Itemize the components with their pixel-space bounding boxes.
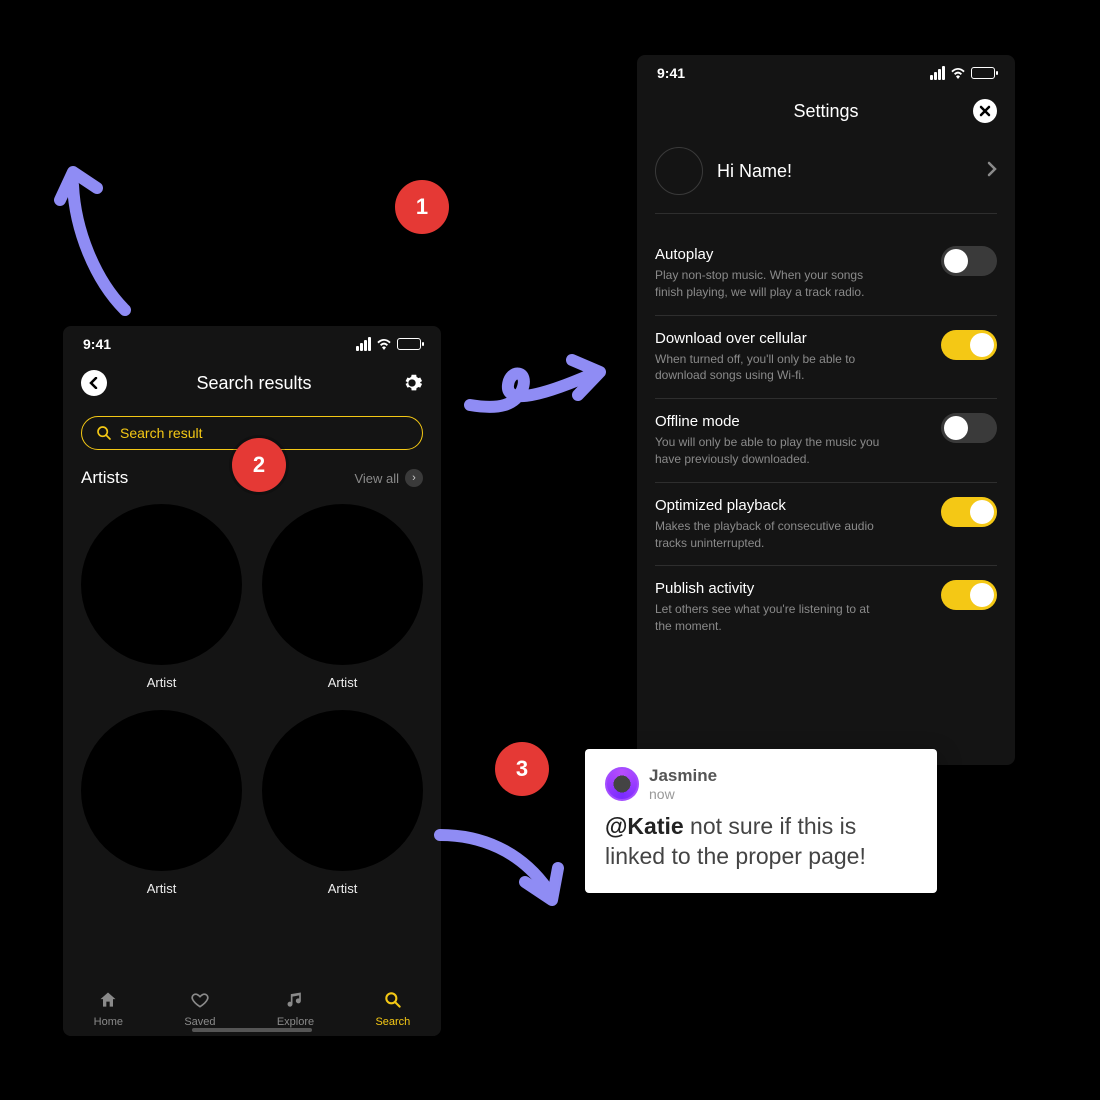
annotation-arrow-2 bbox=[460, 350, 620, 435]
setting-title: Offline mode bbox=[655, 413, 931, 430]
status-bar: 9:41 bbox=[63, 326, 441, 360]
artist-avatar-placeholder bbox=[81, 710, 242, 871]
back-button[interactable] bbox=[81, 370, 107, 396]
music-icon bbox=[277, 990, 314, 1012]
setting-description: Makes the playback of consecutive audio … bbox=[655, 518, 885, 552]
section-label: Artists bbox=[81, 468, 128, 488]
setting-row: Offline mode You will only be able to pla… bbox=[655, 399, 997, 483]
toggle-switch[interactable] bbox=[941, 413, 997, 443]
chevron-right-icon: › bbox=[405, 469, 423, 487]
page-title: Search results bbox=[107, 373, 401, 394]
artist-name: Artist bbox=[262, 675, 423, 690]
nav-saved[interactable]: Saved bbox=[184, 990, 215, 1028]
battery-icon bbox=[397, 338, 421, 350]
nav-label: Explore bbox=[277, 1016, 314, 1028]
wifi-icon bbox=[376, 338, 392, 350]
nav-label: Home bbox=[94, 1016, 123, 1028]
settings-screen: 9:41 Settings Hi Name! Autoplay Play non-… bbox=[637, 55, 1015, 765]
nav-search[interactable]: Search bbox=[375, 990, 410, 1028]
setting-description: You will only be able to play the music … bbox=[655, 434, 885, 468]
home-indicator bbox=[192, 1028, 312, 1032]
annotation-arrow-3 bbox=[430, 820, 580, 925]
status-time: 9:41 bbox=[83, 336, 111, 352]
setting-row: Download over cellular When turned off, y… bbox=[655, 316, 997, 400]
setting-title: Publish activity bbox=[655, 580, 931, 597]
view-all-text: View all bbox=[354, 471, 399, 486]
annotation-badge-3: 3 bbox=[495, 742, 549, 796]
toggle-switch[interactable] bbox=[941, 330, 997, 360]
toggle-switch[interactable] bbox=[941, 246, 997, 276]
nav-label: Search bbox=[375, 1016, 410, 1028]
artist-avatar-placeholder bbox=[262, 710, 423, 871]
toggle-switch[interactable] bbox=[941, 580, 997, 610]
artist-name: Artist bbox=[81, 881, 242, 896]
page-title: Settings bbox=[679, 101, 973, 122]
setting-row: Optimized playback Makes the playback of … bbox=[655, 483, 997, 567]
setting-row: Autoplay Play non-stop music. When your s… bbox=[655, 232, 997, 316]
search-icon bbox=[96, 425, 112, 441]
comment-header: Jasmine now bbox=[605, 767, 917, 802]
toggle-switch[interactable] bbox=[941, 497, 997, 527]
setting-description: Play non-stop music. When your songs fin… bbox=[655, 267, 885, 301]
nav-explore[interactable]: Explore bbox=[277, 990, 314, 1028]
artist-grid: Artist Artist Artist Artist bbox=[63, 498, 441, 902]
status-time: 9:41 bbox=[657, 65, 685, 81]
signal-icon bbox=[356, 337, 371, 351]
nav-label: Saved bbox=[184, 1016, 215, 1028]
setting-row: Publish activity Let others see what you'… bbox=[655, 566, 997, 649]
battery-icon bbox=[971, 67, 995, 79]
artist-avatar-placeholder bbox=[81, 504, 242, 665]
profile-row[interactable]: Hi Name! bbox=[655, 147, 997, 214]
comment-time: now bbox=[649, 786, 717, 802]
annotation-arrow-1 bbox=[55, 160, 155, 325]
avatar-placeholder bbox=[655, 147, 703, 195]
comment-body: @Katie not sure if this is linked to the… bbox=[605, 812, 917, 872]
annotation-badge-2: 2 bbox=[232, 438, 286, 492]
comment-avatar bbox=[605, 767, 639, 801]
annotation-badge-1: 1 bbox=[395, 180, 449, 234]
close-icon bbox=[979, 105, 991, 117]
setting-title: Autoplay bbox=[655, 246, 931, 263]
wifi-icon bbox=[950, 67, 966, 79]
view-all-link[interactable]: View all › bbox=[354, 469, 423, 487]
close-button[interactable] bbox=[973, 99, 997, 123]
comment-card: Jasmine now @Katie not sure if this is l… bbox=[585, 749, 937, 893]
heart-icon bbox=[184, 990, 215, 1012]
gear-icon[interactable] bbox=[401, 372, 423, 394]
setting-description: Let others see what you're listening to … bbox=[655, 601, 885, 635]
artist-item[interactable]: Artist bbox=[81, 710, 242, 896]
titlebar: Settings bbox=[637, 89, 1015, 133]
status-bar: 9:41 bbox=[637, 55, 1015, 89]
comment-author: Jasmine bbox=[649, 767, 717, 786]
artist-item[interactable]: Artist bbox=[262, 710, 423, 896]
comment-mention[interactable]: @Katie bbox=[605, 813, 684, 839]
settings-list: Autoplay Play non-stop music. When your s… bbox=[637, 232, 1015, 649]
setting-description: When turned off, you'll only be able to … bbox=[655, 351, 885, 385]
signal-icon bbox=[930, 66, 945, 80]
artist-name: Artist bbox=[262, 881, 423, 896]
artist-item[interactable]: Artist bbox=[81, 504, 242, 690]
chevron-left-icon bbox=[88, 377, 100, 389]
setting-title: Optimized playback bbox=[655, 497, 931, 514]
nav-home[interactable]: Home bbox=[94, 990, 123, 1028]
artist-avatar-placeholder bbox=[262, 504, 423, 665]
artist-item[interactable]: Artist bbox=[262, 504, 423, 690]
greeting-text: Hi Name! bbox=[717, 161, 973, 182]
titlebar: Search results bbox=[63, 360, 441, 406]
setting-title: Download over cellular bbox=[655, 330, 931, 347]
artist-name: Artist bbox=[81, 675, 242, 690]
search-results-screen: 9:41 Search results Artists View all › A… bbox=[63, 326, 441, 1036]
search-icon bbox=[375, 990, 410, 1012]
status-icons bbox=[356, 337, 421, 351]
home-icon bbox=[94, 990, 123, 1012]
chevron-right-icon bbox=[987, 161, 997, 182]
status-icons bbox=[930, 66, 995, 80]
